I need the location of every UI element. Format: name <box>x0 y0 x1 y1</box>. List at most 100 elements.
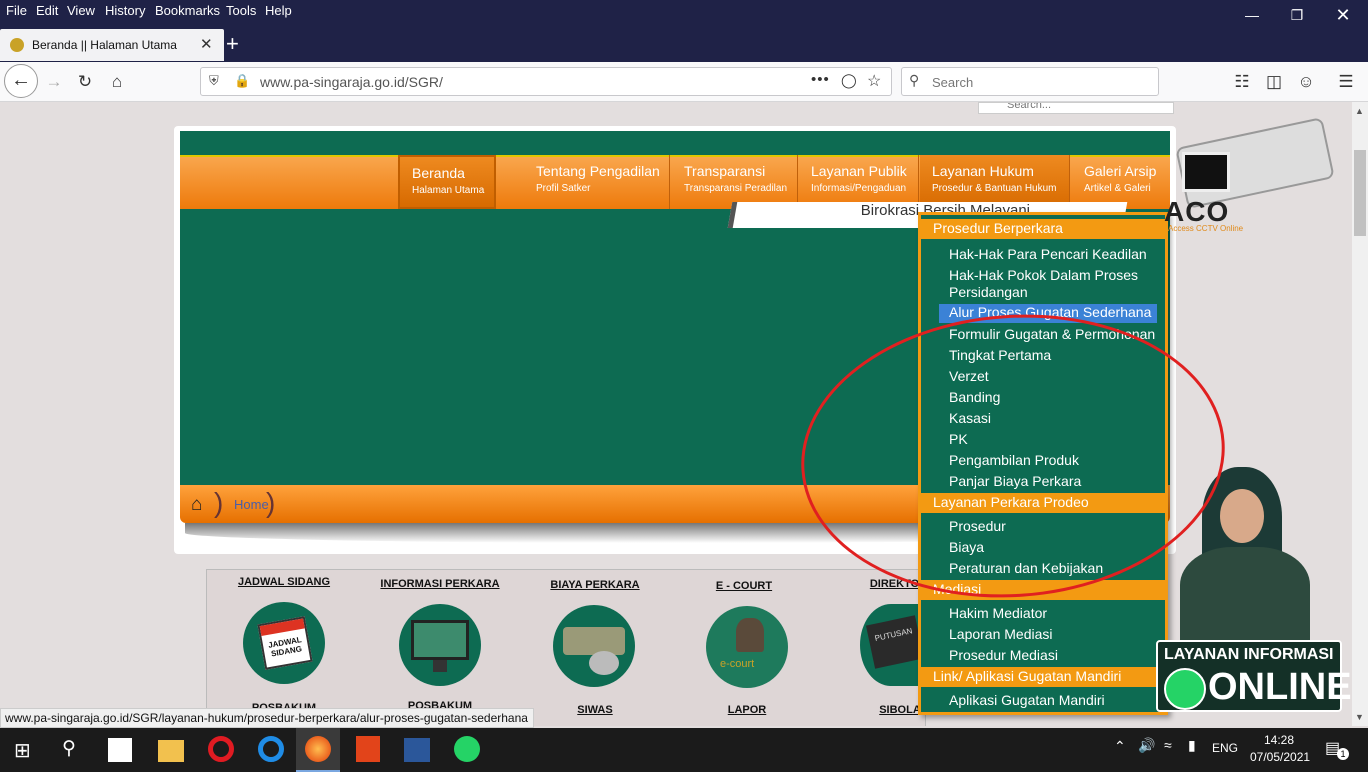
pocket-icon[interactable]: ◯ <box>841 72 857 89</box>
word-icon[interactable] <box>404 738 430 762</box>
browser-search-input[interactable]: ⚲ Search <box>901 67 1159 96</box>
quick-link-bottom-2[interactable]: POSBAKUM <box>380 700 500 708</box>
sidebar-icon[interactable]: ◫ <box>1262 70 1286 94</box>
reload-icon[interactable]: ↻ <box>73 70 97 94</box>
url-bar[interactable]: ⛨ 🔒 www.pa-singaraja.go.id/SGR/ ••• ◯ ☆ <box>200 67 892 96</box>
clock-time[interactable]: 14:28 <box>1264 733 1294 747</box>
dropdown-item[interactable]: Prosedur Mediasi <box>949 647 1164 664</box>
language-indicator[interactable]: ENG <box>1212 741 1238 755</box>
nav-layanan-publik-sub: Informasi/Pengaduan <box>811 183 907 194</box>
taskbar-search-icon[interactable]: ⚲ <box>62 737 76 760</box>
menu-history[interactable]: History <box>105 3 145 18</box>
judge-icon <box>736 618 764 652</box>
face-shape <box>1220 489 1264 543</box>
clock-date[interactable]: 07/05/2021 <box>1250 750 1310 764</box>
home-icon[interactable]: ⌂ <box>105 70 129 94</box>
tray-chevron-icon[interactable]: ⌃ <box>1114 738 1126 755</box>
hamburger-menu-icon[interactable]: ☰ <box>1334 70 1358 94</box>
calendar-icon: JADWAL SIDANG <box>257 616 313 670</box>
insecure-lock-icon[interactable]: 🔒 <box>234 73 250 89</box>
notification-count-badge: 1 <box>1337 748 1349 760</box>
header-green-band <box>180 131 1170 155</box>
quick-link-siwas[interactable]: SIWAS <box>535 704 655 716</box>
quick-link-e-court[interactable]: E - COURT <box>684 580 804 592</box>
page-search-input[interactable]: Search... <box>978 102 1174 114</box>
file-explorer-icon[interactable] <box>158 740 184 762</box>
shield-icon[interactable]: ⛨ <box>209 73 219 89</box>
whatsapp-taskbar-icon[interactable] <box>454 736 480 762</box>
tab-close-icon[interactable]: ✕ <box>200 35 213 53</box>
quick-link-biaya-perkara[interactable]: BIAYA PERKARA <box>535 579 655 591</box>
windows-taskbar <box>0 728 1368 772</box>
bookmark-star-icon[interactable]: ☆ <box>867 71 881 91</box>
informasi-perkara-icon[interactable] <box>399 604 481 686</box>
breadcrumb-home-icon[interactable]: ⌂ <box>191 494 202 516</box>
pdf-app-icon[interactable] <box>356 736 380 762</box>
quick-link-lapor[interactable]: LAPOR <box>687 704 807 716</box>
nav-tentang-pengadilan[interactable]: Tentang Pengadilan Profil Satker <box>524 155 670 209</box>
whatsapp-icon <box>1164 668 1206 710</box>
camera-lens-icon <box>1182 152 1230 192</box>
status-bar-url: www.pa-singaraja.go.id/SGR/layanan-hukum… <box>0 708 534 728</box>
store-icon[interactable] <box>108 738 132 762</box>
search-icon: ⚲ <box>909 72 920 88</box>
url-text[interactable]: www.pa-singaraja.go.id/SGR/ <box>260 74 443 90</box>
minimize-icon[interactable]: — <box>1237 4 1267 26</box>
breadcrumb-home-link[interactable]: Home <box>234 497 269 512</box>
dropdown-item[interactable]: Laporan Mediasi <box>949 626 1164 643</box>
menu-edit[interactable]: Edit <box>36 3 58 18</box>
scrollbar-thumb[interactable] <box>1354 150 1366 236</box>
maximize-icon[interactable]: ❐ <box>1282 4 1312 26</box>
opera-icon[interactable] <box>208 736 234 762</box>
dropdown-item[interactable]: Hak-Hak Pokok Dalam Proses Persidangan <box>949 267 1164 301</box>
aco-cctv-widget[interactable]: ACO Access CCTV Online <box>1150 102 1350 233</box>
scroll-up-icon[interactable]: ▲ <box>1355 106 1364 116</box>
edge-icon[interactable] <box>258 736 284 762</box>
speaker-icon[interactable]: 🔊 <box>1138 737 1155 754</box>
nav-layanan-hukum-title: Layanan Hukum <box>932 163 1034 179</box>
quick-link-informasi-perkara[interactable]: INFORMASI PERKARA <box>380 578 500 590</box>
dropdown-item[interactable]: Hakim Mediator <box>949 605 1164 622</box>
menu-view[interactable]: View <box>67 3 95 18</box>
dropdown-item[interactable]: Hak-Hak Para Pencari Keadilan <box>949 246 1164 263</box>
biaya-perkara-icon[interactable] <box>553 605 635 687</box>
quick-link-jadwal-sidang[interactable]: JADWAL SIDANG <box>224 576 344 588</box>
direktori-putusan-icon[interactable]: PUTUSAN <box>860 604 922 686</box>
book-icon: PUTUSAN <box>865 615 922 669</box>
nav-transparansi[interactable]: Transparansi Transparansi Peradilan <box>672 155 798 209</box>
menu-help[interactable]: Help <box>265 3 292 18</box>
back-icon[interactable]: ← <box>4 64 38 98</box>
browser-tab[interactable]: Beranda || Halaman Utama ✕ <box>0 29 224 61</box>
e-court-icon[interactable]: e-court <box>706 606 788 688</box>
firefox-icon <box>305 736 331 762</box>
page-actions-icon[interactable]: ••• <box>811 71 830 88</box>
jadwal-sidang-icon[interactable]: JADWAL SIDANG <box>243 602 325 684</box>
firefox-taskbar-active[interactable] <box>296 728 340 772</box>
library-icon[interactable]: ☷ <box>1230 70 1254 94</box>
nav-layanan-publik[interactable]: Layanan Publik Informasi/Pengaduan <box>799 155 919 209</box>
banner-line1: LAYANAN INFORMASI <box>1164 646 1334 663</box>
breadcrumb-separator-end: ) <box>266 487 276 518</box>
menu-tools[interactable]: Tools <box>226 3 256 18</box>
layanan-informasi-online-banner[interactable]: LAYANAN INFORMASI ONLINE <box>1156 640 1352 712</box>
battery-icon[interactable]: ▮ <box>1188 737 1196 754</box>
page-scrollbar[interactable]: ▲ ▼ <box>1352 102 1368 726</box>
nav-tentang-title: Tentang Pengadilan <box>536 163 660 179</box>
nav-beranda[interactable]: Beranda Halaman Utama <box>398 155 496 209</box>
close-window-icon[interactable]: ✕ <box>1328 4 1358 26</box>
windows-start-icon[interactable]: ⊞ <box>14 738 31 763</box>
dropdown-section-gugatan-mandiri[interactable]: Link/ Aplikasi Gugatan Mandiri <box>921 667 1165 687</box>
new-tab-button[interactable]: + <box>226 31 239 57</box>
calendar-caption: JADWAL SIDANG <box>267 635 303 659</box>
dropdown-section-prosedur-berperkara[interactable]: Prosedur Berperkara <box>921 219 1165 239</box>
account-icon[interactable]: ☺ <box>1294 70 1318 94</box>
nav-layanan-hukum[interactable]: Layanan Hukum Prosedur & Bantuan Hukum <box>920 155 1070 209</box>
nav-beranda-title: Beranda <box>412 165 465 181</box>
aco-tagline: Access CCTV Online <box>1168 224 1244 233</box>
dropdown-item[interactable]: Aplikasi Gugatan Mandiri <box>949 692 1164 709</box>
forward-icon[interactable]: → <box>42 70 66 94</box>
wifi-icon[interactable]: ≈ <box>1164 737 1172 753</box>
scroll-down-icon[interactable]: ▼ <box>1355 712 1364 722</box>
menu-file[interactable]: File <box>6 3 27 18</box>
menu-bookmarks[interactable]: Bookmarks <box>155 3 220 18</box>
